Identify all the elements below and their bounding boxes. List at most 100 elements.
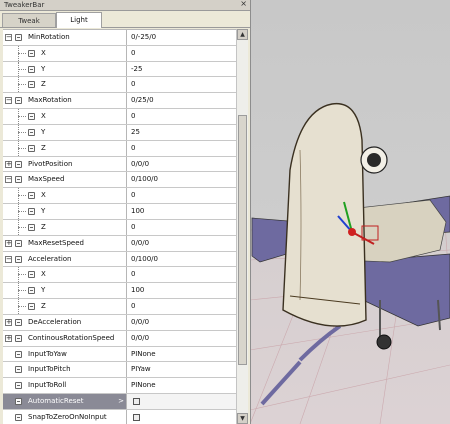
tab-light[interactable]: Light [56,12,102,28]
property-row[interactable]: Z0 [3,77,236,94]
panel-title: TweakerBar [4,1,45,9]
expand-icon[interactable]: + [5,160,12,168]
property-value[interactable]: 25 [127,125,236,140]
property-label: InputToRoll [28,381,67,390]
property-label: Y [41,127,46,136]
property-row[interactable]: Z0 [3,140,236,157]
property-row[interactable]: X0 [3,267,236,284]
property-label: DeAcceleration [28,317,82,326]
property-row[interactable]: InputToYaw PINone [3,346,236,363]
property-label: X [41,112,46,121]
panel-titlebar[interactable]: TweakerBar × [0,0,250,11]
property-value[interactable]: 0 [127,220,236,235]
expand-icon[interactable]: + [5,239,12,247]
expand-icon[interactable]: + [5,318,12,326]
property-row[interactable]: Y -25 [3,61,236,78]
property-row[interactable]: − MaxRotation 0/25/0 [3,93,236,110]
property-value[interactable]: 100 [127,204,236,219]
property-row[interactable]: X0 [3,45,236,62]
property-icon [15,413,22,421]
property-checkbox-cell[interactable] [127,410,236,424]
scroll-up-icon[interactable]: ▲ [237,29,248,40]
property-row[interactable]: Y 100 [3,283,236,300]
property-value[interactable]: 0 [127,46,236,61]
property-value[interactable]: 100 [127,283,236,298]
property-value[interactable]: 0/0/0 [127,331,236,346]
property-value[interactable]: PIYaw [127,362,236,377]
property-label: Y [41,286,46,295]
property-value[interactable]: 0/100/0 [127,252,236,267]
property-label: Z [41,222,46,231]
property-row[interactable]: InputToPitch PIYaw [3,362,236,379]
collapse-icon[interactable]: − [5,255,12,263]
property-name-cell: + PivotPosition [3,156,127,172]
tree-connector [18,84,26,86]
property-value[interactable]: PINone [127,347,236,362]
property-label: Z [41,80,46,89]
property-label: X [41,270,46,279]
vertical-scrollbar[interactable]: ▲ ▼ [236,29,248,424]
property-value[interactable]: 0 [127,299,236,314]
property-value[interactable]: 0/-25/0 [127,30,236,45]
property-icon [28,65,35,73]
property-label: SnapToZeroOnNoInput [28,412,107,421]
property-row[interactable]: + PivotPosition 0/0/0 [3,156,236,173]
property-icon [28,128,35,136]
property-row[interactable]: Y 100 [3,204,236,220]
property-icon [28,81,35,89]
property-row[interactable]: Y 25 [3,124,236,141]
expand-icon[interactable]: + [5,334,12,342]
property-icon [15,97,22,105]
property-value[interactable]: 0/0/0 [127,236,236,251]
property-name-cell: − Acceleration [3,251,127,267]
tree-connector [18,290,26,292]
scroll-down-icon[interactable]: ▼ [237,413,248,424]
property-label: MaxResetSpeed [28,238,84,247]
property-label: MinRotation [28,33,70,41]
property-value[interactable]: 0 [127,109,236,124]
property-value[interactable]: 0 [127,141,236,156]
property-icon [15,382,22,390]
property-value[interactable]: 0 [127,267,236,282]
property-row[interactable]: InputToRoll PINone [3,378,236,395]
property-name-cell: X [3,188,127,204]
close-icon[interactable]: × [240,0,247,9]
property-row[interactable]: X0 [3,188,236,205]
property-row[interactable]: Z0 [3,299,236,315]
property-row[interactable]: SnapToZeroOnNoInput [3,409,236,424]
property-row[interactable]: − Acceleration 0/100/0 [3,251,236,268]
property-row[interactable]: + ContinousRotationSpeed 0/0/0 [3,330,236,347]
property-name-cell: X [3,109,127,124]
tree-connector [18,147,26,149]
property-row[interactable]: Z0 [3,219,236,236]
property-value[interactable]: 0 [127,77,236,92]
property-row[interactable]: − MinRotation 0/-25/0 [3,30,236,46]
property-icon [15,350,22,358]
property-name-cell: Z [3,77,127,93]
property-checkbox-cell[interactable] [127,394,236,409]
property-name-cell: InputToYaw [3,346,127,362]
chevron-right-icon[interactable]: > [118,397,124,405]
property-icon [28,208,35,216]
property-name-cell: Y [3,61,127,77]
collapse-icon[interactable]: − [5,176,12,184]
collapse-icon[interactable]: − [5,97,12,105]
property-value[interactable]: -25 [127,62,236,77]
property-row[interactable]: + DeAcceleration 0/0/0 [3,314,236,331]
scroll-thumb[interactable] [238,115,247,365]
property-value[interactable]: PINone [127,378,236,393]
collapse-icon[interactable]: − [5,34,12,41]
tab-tweak[interactable]: Tweak [2,13,56,27]
property-row[interactable]: X0 [3,109,236,125]
property-value[interactable]: 0/25/0 [127,93,236,108]
property-value[interactable]: 0 [127,188,236,203]
property-value[interactable]: 0/0/0 [127,315,236,330]
checkbox[interactable] [133,398,140,406]
property-row[interactable]: + MaxResetSpeed 0/0/0 [3,235,236,252]
property-value[interactable]: 0/100/0 [127,172,236,187]
property-row[interactable]: AutomaticReset > [3,394,236,410]
property-row[interactable]: − MaxSpeed 0/100/0 [3,172,236,189]
checkbox[interactable] [133,413,140,421]
tree-connector [18,52,26,54]
property-value[interactable]: 0/0/0 [127,157,236,172]
